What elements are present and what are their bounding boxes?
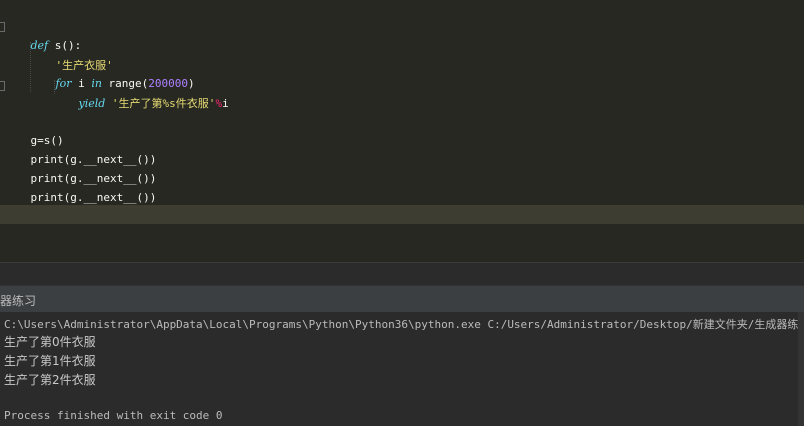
console-output-line: 生产了第0件衣服 bbox=[4, 335, 96, 349]
string-literal: '生产了第%s件衣服' bbox=[105, 97, 216, 110]
code-editor[interactable]: def s(): '生产衣服' for i in range(200000) y… bbox=[0, 0, 804, 263]
console-output-line: 生产了第2件衣服 bbox=[4, 373, 96, 387]
console-exit-line: Process finished with exit code 0 bbox=[4, 409, 223, 422]
run-panel-header[interactable]: 器练习 bbox=[0, 285, 804, 314]
editor-status-area bbox=[0, 263, 804, 285]
console-command-line: C:\Users\Administrator\AppData\Local\Pro… bbox=[4, 318, 804, 331]
run-console[interactable]: C:\Users\Administrator\AppData\Local\Pro… bbox=[0, 312, 804, 426]
code-text: print(g.__next__()) bbox=[30, 191, 157, 204]
code-line-6[interactable]: g=s() bbox=[4, 112, 64, 147]
code-text: i bbox=[222, 97, 229, 110]
code-line-2[interactable]: '生产衣服' bbox=[29, 37, 113, 72]
code-line-1[interactable]: def s(): bbox=[4, 17, 82, 52]
console-output-line: 生产了第1件衣服 bbox=[4, 354, 96, 368]
run-tab-title[interactable]: 器练习 bbox=[0, 292, 36, 309]
code-line-7[interactable]: print(g.__next__()) bbox=[4, 131, 157, 166]
code-line-8[interactable]: print(g.__next__()) bbox=[4, 150, 157, 185]
fold-marker-icon[interactable] bbox=[0, 81, 5, 91]
code-line-9[interactable]: print(g.__next__()) bbox=[4, 169, 157, 204]
code-line-3[interactable]: for i in range(200000) bbox=[29, 55, 195, 90]
current-line-highlight bbox=[0, 205, 804, 224]
code-line-4[interactable]: yield '生产了第%s件衣服'%i bbox=[52, 75, 229, 110]
console-scrollbar[interactable] bbox=[798, 312, 804, 426]
keyword: yield bbox=[78, 97, 106, 110]
